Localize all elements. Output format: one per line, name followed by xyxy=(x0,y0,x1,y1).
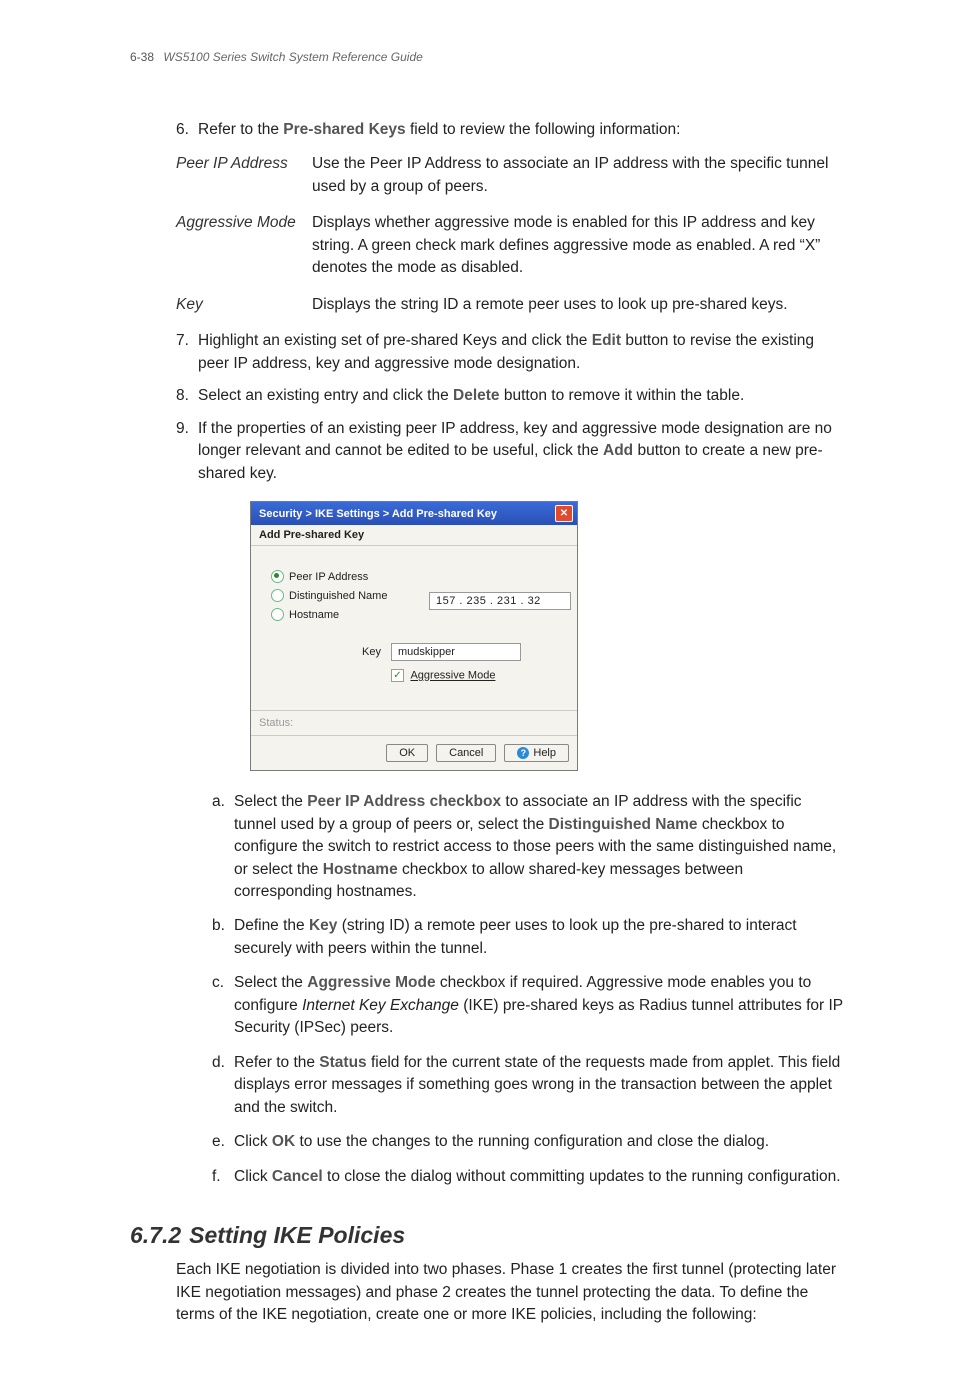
key-input[interactable]: mudskipper xyxy=(391,643,521,661)
step-6: 6. Refer to the Pre-shared Keys field to… xyxy=(176,119,844,141)
dialog-subheading: Add Pre-shared Key xyxy=(251,525,577,546)
term-edit: Edit xyxy=(592,332,621,349)
doc-title: WS5100 Series Switch System Reference Gu… xyxy=(163,50,422,64)
section-heading: 6.7.2Setting IKE Policies xyxy=(130,1222,844,1249)
dialog-figure: Security > IKE Settings > Add Pre-shared… xyxy=(250,501,844,771)
dialog-breadcrumb: Security > IKE Settings > Add Pre-shared… xyxy=(259,508,497,520)
substep-e: e. Click OK to use the changes to the ru… xyxy=(212,1131,844,1153)
page: 6-38 WS5100 Series Switch System Referen… xyxy=(0,0,954,1387)
radio-icon xyxy=(271,589,284,602)
step-9: 9. If the properties of an existing peer… xyxy=(176,418,844,485)
substep-d: d. Refer to the Status field for the cur… xyxy=(212,1052,844,1119)
page-number: 6-38 xyxy=(130,50,154,64)
substep-c: c. Select the Aggressive Mode checkbox i… xyxy=(212,972,844,1039)
dialog-titlebar: Security > IKE Settings > Add Pre-shared… xyxy=(251,502,577,525)
key-label: Key xyxy=(269,646,391,658)
radio-hostname[interactable]: Hostname xyxy=(269,608,419,621)
def-peer-ip: Peer IP Address Use the Peer IP Address … xyxy=(176,153,844,198)
running-header: 6-38 WS5100 Series Switch System Referen… xyxy=(130,50,844,64)
section-body: Each IKE negotiation is divided into two… xyxy=(176,1259,844,1326)
substep-f: f. Click Cancel to close the dialog with… xyxy=(212,1166,844,1188)
step-7: 7. Highlight an existing set of pre-shar… xyxy=(176,330,844,375)
checkbox-icon xyxy=(391,669,404,682)
substep-b: b. Define the Key (string ID) a remote p… xyxy=(212,915,844,960)
step-8: 8. Select an existing entry and click th… xyxy=(176,385,844,407)
definition-table: Peer IP Address Use the Peer IP Address … xyxy=(176,153,844,316)
term-pre-shared-keys: Pre-shared Keys xyxy=(283,121,405,138)
cancel-button[interactable]: Cancel xyxy=(436,744,496,762)
radio-icon xyxy=(271,570,284,583)
def-key: Key Displays the string ID a remote peer… xyxy=(176,294,844,316)
term-delete: Delete xyxy=(453,387,500,404)
help-button[interactable]: ?Help xyxy=(504,744,569,762)
radio-distinguished-name[interactable]: Distinguished Name xyxy=(269,589,419,602)
radio-icon xyxy=(271,608,284,621)
aggressive-mode-checkbox[interactable]: Aggressive Mode xyxy=(391,669,559,682)
radio-peer-ip[interactable]: Peer IP Address xyxy=(269,570,419,583)
def-aggressive-mode: Aggressive Mode Displays whether aggress… xyxy=(176,212,844,279)
substep-a: a. Select the Peer IP Address checkbox t… xyxy=(212,791,844,903)
help-icon: ? xyxy=(517,747,529,759)
close-icon[interactable]: ✕ xyxy=(555,505,573,522)
add-preshared-key-dialog: Security > IKE Settings > Add Pre-shared… xyxy=(250,501,578,771)
term-add: Add xyxy=(603,442,633,459)
ip-address-input[interactable]: 157 . 235 . 231 . 32 xyxy=(429,592,571,610)
ok-button[interactable]: OK xyxy=(386,744,428,762)
status-label: Status: xyxy=(251,710,577,736)
